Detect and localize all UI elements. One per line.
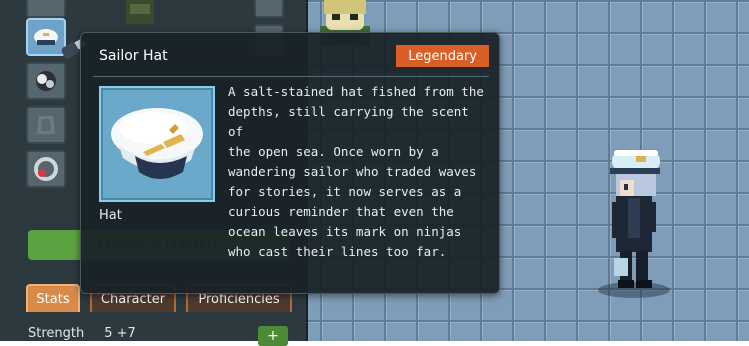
item-tooltip: Sailor Hat Legendary Hat A salt-stained … <box>80 32 500 294</box>
sailor-hat-icon <box>111 108 203 179</box>
equipment-slot-right-1[interactable] <box>254 0 284 18</box>
ring-icon <box>34 157 58 181</box>
equipment-slot-top[interactable] <box>26 0 66 18</box>
armor-icon <box>37 116 55 134</box>
item-description: A salt-stained hat fished from the depth… <box>228 84 484 259</box>
stat-row-strength: Strength 5 +7 <box>28 326 136 341</box>
gauntlet-icon <box>36 71 56 91</box>
item-name: Sailor Hat <box>99 48 168 64</box>
background-npc <box>126 0 154 24</box>
sailor-hat-icon <box>34 29 58 45</box>
equipment-slot-ring[interactable] <box>26 150 66 188</box>
player-character[interactable] <box>602 146 666 294</box>
rarity-badge: Legendary <box>396 45 489 67</box>
stat-value: 5 +7 <box>104 326 136 341</box>
item-image-frame <box>99 86 215 202</box>
stat-label: Strength <box>28 326 85 341</box>
tooltip-divider <box>93 76 489 77</box>
add-stat-button[interactable]: + <box>258 326 288 346</box>
tab-stats[interactable]: Stats <box>26 284 80 312</box>
equipment-slot-gloves[interactable] <box>26 62 66 100</box>
item-type-label: Hat <box>99 208 122 223</box>
equipment-slot-armor[interactable] <box>26 106 66 144</box>
